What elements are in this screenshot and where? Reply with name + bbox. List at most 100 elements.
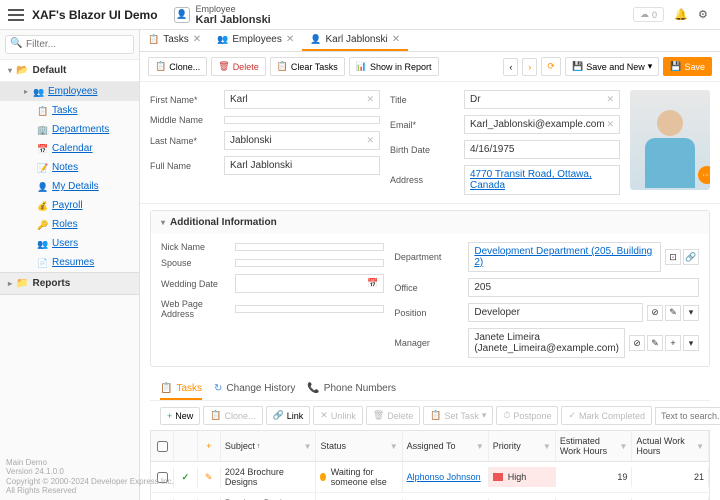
tab-icon: 👥	[217, 34, 228, 45]
sidebar-item-resumes[interactable]: 📄Resumes	[0, 253, 139, 272]
col-assigned[interactable]: Assigned To▼	[403, 431, 489, 461]
tab-karl-jablonski[interactable]: 👤Karl Jablonski✕	[302, 30, 408, 51]
sidebar-item-users[interactable]: 👥Users	[0, 234, 139, 253]
nav-label: Roles	[52, 219, 78, 230]
section-header[interactable]: ▾Additional Information	[151, 211, 709, 234]
refresh-button[interactable]: ⟳	[541, 57, 561, 76]
show-report-button[interactable]: 📊Show in Report	[349, 57, 439, 76]
table-row[interactable]: ✓✎2024 Brochure DesignsWaiting for someo…	[151, 462, 709, 493]
last-name-input[interactable]: Jablonski✕	[224, 131, 380, 150]
clear-icon[interactable]: ⊘	[629, 335, 645, 351]
filter-icon[interactable]: ▼	[696, 442, 704, 451]
new-button[interactable]: +New	[160, 407, 200, 425]
sidebar-item-roles[interactable]: 🔑Roles	[0, 215, 139, 234]
birth-input[interactable]: 4/16/1975	[464, 140, 620, 159]
filter-icon[interactable]: ▼	[476, 442, 484, 451]
sidebar-item-calendar[interactable]: 📅Calendar	[0, 139, 139, 158]
link-icon[interactable]: 🔗	[683, 249, 699, 265]
sidebar-item-employees[interactable]: ▸👥Employees	[0, 82, 139, 101]
sidebar-item-notes[interactable]: 📝Notes	[0, 158, 139, 177]
clear-tasks-button[interactable]: 📋Clear Tasks	[270, 57, 345, 76]
sidebar-item-departments[interactable]: 🏢Departments	[0, 120, 139, 139]
manager-input[interactable]: Janete Limeira (Janete_Limeira@example.c…	[468, 328, 625, 358]
app-title: XAF's Blazor UI Demo	[32, 8, 158, 22]
chevron-down-icon: ▾	[161, 218, 165, 227]
col-subject[interactable]: Subject↑▼	[221, 431, 317, 461]
filter-icon[interactable]: ▼	[619, 442, 627, 451]
middle-name-input[interactable]	[224, 116, 380, 124]
filter-input[interactable]	[5, 35, 134, 54]
edit-icon[interactable]: ✎	[198, 467, 221, 488]
subtab-tasks[interactable]: 📋Tasks	[160, 379, 202, 400]
email-input[interactable]: Karl_Jablonski@example.com✕	[464, 115, 620, 134]
calendar-icon[interactable]: 📅	[367, 278, 378, 289]
subtab-phone[interactable]: 📞Phone Numbers	[307, 379, 396, 400]
dept-link[interactable]: Development Department (205, Building 2)	[468, 242, 661, 272]
cloud-badge[interactable]: ☁0	[633, 7, 664, 22]
clear-icon[interactable]: ✕	[606, 94, 614, 105]
nick-input[interactable]	[235, 243, 384, 251]
spouse-label: Spouse	[161, 258, 231, 268]
col-act-hours[interactable]: Actual Work Hours▼	[632, 431, 709, 461]
wedding-input[interactable]: 📅	[235, 274, 384, 293]
edit-icon[interactable]: ✎	[665, 305, 681, 321]
clone-button[interactable]: 📋Clone...	[148, 57, 207, 76]
next-button[interactable]: ›	[522, 58, 537, 76]
mark-completed-button[interactable]: ✓Mark Completed	[561, 406, 652, 425]
delete-button[interactable]: 🗑Delete	[211, 57, 265, 76]
first-name-input[interactable]: Karl✕	[224, 90, 380, 109]
link-button[interactable]: 🔗Link	[266, 406, 311, 425]
clear-icon[interactable]: ✕	[606, 119, 614, 130]
open-icon[interactable]: ⊡	[665, 249, 681, 265]
full-name-input[interactable]: Karl Jablonski	[224, 156, 380, 175]
grid-delete-button[interactable]: 🗑Delete	[366, 406, 420, 425]
nav-section-default[interactable]: ▾ 📂 Default	[0, 60, 139, 82]
filter-icon[interactable]: ▼	[390, 442, 398, 451]
set-task-button[interactable]: 📋Set Task▾	[423, 406, 493, 425]
close-icon[interactable]: ✕	[392, 34, 400, 45]
sidebar-item-payroll[interactable]: 💰Payroll	[0, 196, 139, 215]
save-button[interactable]: 💾Save	[663, 57, 712, 76]
sidebar-item-tasks[interactable]: 📋Tasks	[0, 101, 139, 120]
sidebar-item-my-details[interactable]: 👤My Details	[0, 177, 139, 196]
settings-icon[interactable]: ⚙	[698, 8, 712, 22]
filter-icon[interactable]: ▼	[304, 442, 312, 451]
spouse-input[interactable]	[235, 259, 384, 267]
subtab-history[interactable]: ↻Change History	[214, 379, 295, 400]
position-input[interactable]: Developer	[468, 303, 643, 322]
clear-icon[interactable]: ⊘	[647, 305, 663, 321]
cell-assigned[interactable]: Alphonso Johnson	[403, 467, 489, 487]
cloud-icon: ☁	[640, 9, 649, 20]
unlink-button[interactable]: ✕Unlink	[313, 406, 363, 425]
nav-section-reports[interactable]: ▸ 📁 Reports	[0, 272, 139, 295]
address-link[interactable]: 4770 Transit Road, Ottawa, Canada	[464, 165, 620, 195]
prev-button[interactable]: ‹	[503, 58, 518, 76]
clear-icon[interactable]: ✕	[366, 94, 374, 105]
tab-tasks[interactable]: 📋Tasks✕	[140, 30, 209, 51]
close-icon[interactable]: ✕	[286, 34, 294, 45]
dropdown-icon[interactable]: ▾	[683, 305, 699, 321]
save-and-new-button[interactable]: 💾Save and New▾	[565, 57, 659, 76]
tab-employees[interactable]: 👥Employees✕	[209, 30, 302, 51]
add-icon[interactable]: +	[665, 335, 681, 351]
menu-icon[interactable]	[8, 9, 24, 21]
col-est-hours[interactable]: Estimated Work Hours▼	[556, 431, 633, 461]
edit-icon[interactable]: ✎	[647, 335, 663, 351]
filter-icon[interactable]: ▼	[543, 442, 551, 451]
add-column-icon[interactable]: +	[198, 431, 221, 461]
photo-actions-button[interactable]: ⋯	[698, 166, 710, 184]
close-icon[interactable]: ✕	[193, 34, 201, 45]
clear-icon[interactable]: ✕	[366, 135, 374, 146]
web-input[interactable]	[235, 305, 384, 313]
grid-clone-button[interactable]: 📋Clone...	[203, 406, 262, 425]
office-input[interactable]: 205	[468, 278, 699, 297]
table-row[interactable]: ✓✎Brochure Design ReviewDeferredBeverly …	[151, 493, 709, 500]
col-priority[interactable]: Priority▼	[489, 431, 556, 461]
title-input[interactable]: Dr✕	[464, 90, 620, 109]
grid-search-input[interactable]	[655, 407, 720, 425]
select-all-checkbox[interactable]	[157, 441, 168, 452]
postpone-button[interactable]: ⏱Postpone	[496, 406, 558, 425]
col-status[interactable]: Status▼	[316, 431, 402, 461]
notifications-icon[interactable]: 🔔	[674, 8, 688, 22]
dropdown-icon[interactable]: ▾	[683, 335, 699, 351]
